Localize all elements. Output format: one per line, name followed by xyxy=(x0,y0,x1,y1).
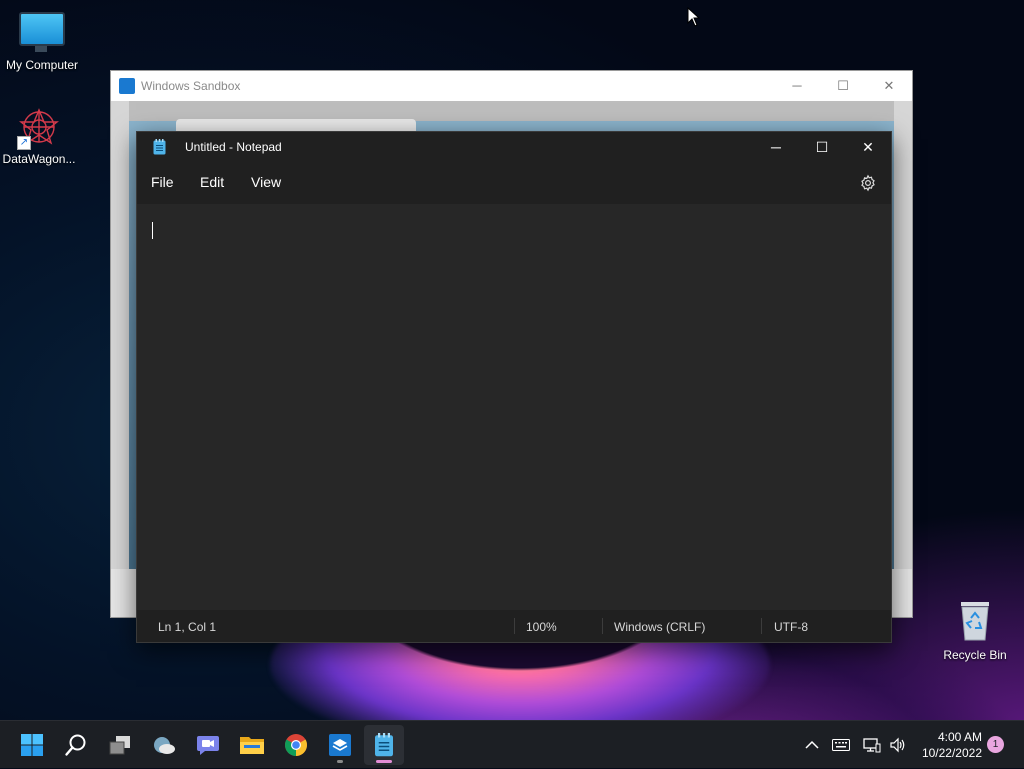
sandbox-maximize-button[interactable]: ☐ xyxy=(820,71,866,101)
menu-file[interactable]: File xyxy=(149,174,176,190)
task-view-icon xyxy=(109,736,130,755)
notepad-icon xyxy=(375,733,393,757)
desktop-icon-label: DataWagon... xyxy=(2,152,76,166)
status-zoom: 100% xyxy=(526,620,557,634)
notepad-icon xyxy=(153,139,166,155)
clock-time: 4:00 AM xyxy=(937,730,982,744)
keyboard-button[interactable] xyxy=(828,721,854,769)
notepad-statusbar: Ln 1, Col 1 100% Windows (CRLF) UTF-8 xyxy=(137,610,891,642)
status-encoding: UTF-8 xyxy=(774,620,808,634)
speaker-icon xyxy=(890,737,905,753)
running-indicator xyxy=(337,760,343,763)
widgets-button[interactable] xyxy=(144,725,184,765)
datawagon-icon: ↗ xyxy=(17,106,61,150)
sandbox-inner-titlebar xyxy=(129,101,894,121)
recycle-bin-icon xyxy=(955,598,995,642)
status-separator xyxy=(602,618,603,634)
start-button[interactable] xyxy=(12,725,52,765)
folder-icon xyxy=(240,737,264,754)
sandbox-title: Windows Sandbox xyxy=(141,79,241,93)
sandbox-close-button[interactable]: ✕ xyxy=(866,71,912,101)
text-caret xyxy=(152,222,153,239)
notepad-taskbar-button[interactable] xyxy=(364,725,404,765)
desktop-icon-recycle-bin[interactable]: Recycle Bin xyxy=(933,598,1017,662)
show-hidden-icons-button[interactable] xyxy=(800,721,824,769)
sandbox-icon xyxy=(329,734,351,756)
sandbox-icon xyxy=(119,78,135,94)
search-icon xyxy=(65,734,86,756)
notepad-menubar: File Edit View xyxy=(137,162,891,204)
sandbox-minimize-button[interactable]: ─ xyxy=(774,71,820,101)
monitor-icon xyxy=(19,12,65,52)
file-explorer-button[interactable] xyxy=(232,725,272,765)
chevron-up-icon xyxy=(805,740,819,749)
gear-icon[interactable] xyxy=(859,174,877,192)
menu-view[interactable]: View xyxy=(249,174,283,190)
active-indicator xyxy=(376,760,392,763)
notepad-window[interactable]: Untitled - Notepad ─ ☐ ✕ File Edit View … xyxy=(136,131,892,643)
chrome-button[interactable] xyxy=(276,725,316,765)
task-view-button[interactable] xyxy=(100,725,140,765)
chat-button[interactable] xyxy=(188,725,228,765)
notepad-title: Untitled - Notepad xyxy=(185,140,282,154)
clock-date: 10/22/2022 xyxy=(921,746,982,760)
sandbox-titlebar[interactable]: Windows Sandbox ─ ☐ ✕ xyxy=(111,71,912,101)
teams-chat-icon xyxy=(197,736,219,755)
notepad-close-button[interactable]: ✕ xyxy=(845,132,891,162)
status-separator xyxy=(761,618,762,634)
desktop-icon-my-computer[interactable]: My Computer xyxy=(0,12,84,72)
notepad-minimize-button[interactable]: ─ xyxy=(753,132,799,162)
windows-logo-icon xyxy=(21,734,43,756)
notepad-text-area[interactable] xyxy=(137,204,891,610)
status-line-ending: Windows (CRLF) xyxy=(614,620,706,634)
taskbar: 4:00 AM 10/22/2022 1 xyxy=(0,720,1024,768)
clock-button[interactable]: 4:00 AM 10/22/2022 xyxy=(922,729,982,761)
keyboard-icon xyxy=(832,739,850,751)
network-button[interactable] xyxy=(860,721,884,769)
volume-button[interactable] xyxy=(886,721,910,769)
notepad-maximize-button[interactable]: ☐ xyxy=(799,132,845,162)
desktop-icon-label: Recycle Bin xyxy=(943,648,1007,662)
notification-badge[interactable]: 1 xyxy=(987,736,1004,753)
notepad-titlebar[interactable]: Untitled - Notepad ─ ☐ ✕ xyxy=(137,132,891,162)
mouse-cursor-icon xyxy=(687,7,701,27)
shortcut-arrow-icon: ↗ xyxy=(17,136,31,150)
menu-edit[interactable]: Edit xyxy=(198,174,226,190)
status-cursor-position: Ln 1, Col 1 xyxy=(158,620,217,634)
desktop-icon-label: My Computer xyxy=(5,58,79,72)
status-separator xyxy=(514,618,515,634)
windows-sandbox-button[interactable] xyxy=(320,725,360,765)
chrome-icon xyxy=(285,734,307,756)
search-button[interactable] xyxy=(56,725,96,765)
weather-icon xyxy=(154,737,175,754)
network-icon xyxy=(863,738,881,753)
desktop-icon-datawagon[interactable]: ↗ DataWagon... xyxy=(0,106,81,166)
